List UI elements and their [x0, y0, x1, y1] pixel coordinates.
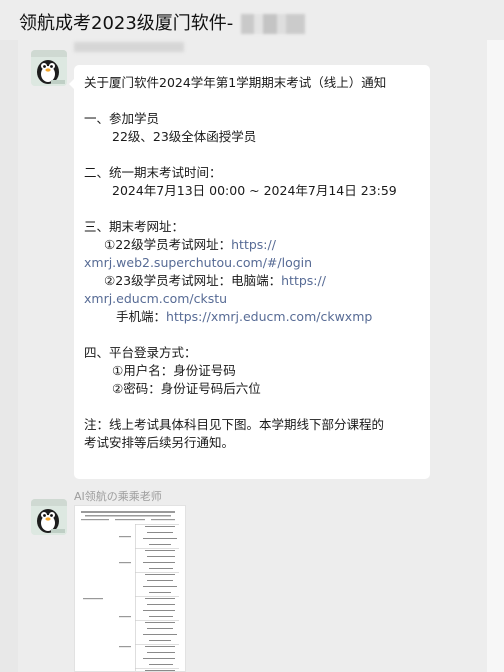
section-heading: 二、统一期末考试时间： — [84, 165, 222, 180]
exam-link-23-pc-part1[interactable]: https:// — [281, 273, 326, 288]
section-text: 22级、23级全体函授学员 — [112, 129, 257, 144]
exam-url-line-mobile: 手机端：https://xmrj.educm.com/ckwxmp — [84, 308, 424, 326]
redacted-sender-name — [74, 42, 184, 52]
section-heading: 四、平台登录方式： — [84, 345, 197, 360]
penguin-avatar-icon — [31, 50, 67, 86]
image-message-thumbnail[interactable] — [74, 505, 186, 672]
redacted-title-text — [241, 14, 305, 34]
penguin-avatar-icon — [31, 499, 67, 535]
label-text: 手机端： — [116, 309, 167, 324]
sender-name: AI领航の乘乘老师 — [74, 490, 162, 503]
message-text: 关于厦门软件2024学年第1学期期末考试（线上）通知 一、参加学员 22级、23… — [84, 74, 424, 452]
left-margin — [0, 40, 18, 672]
exam-link-23-pc-part2[interactable]: xmrj.educm.com/ckstu — [84, 291, 227, 306]
exam-url-line-23: ②23级学员考试网址：电脑端：https:// — [84, 272, 424, 290]
sender-avatar[interactable] — [31, 50, 67, 86]
label-text: ①22级学员考试网址： — [104, 237, 232, 252]
exam-url-line-23-cont: xmrj.educm.com/ckstu — [84, 290, 424, 308]
login-username-text: ①用户名：身份证号码 — [112, 363, 236, 378]
scrollbar-track[interactable] — [487, 40, 504, 672]
exam-schedule-image — [75, 506, 185, 671]
note-text: 注：线上考试具体科目见下图。本学期线下部分课程的 — [84, 417, 385, 432]
exam-link-23-mobile[interactable]: https://xmrj.educm.com/ckwxmp — [166, 309, 372, 324]
section-heading: 一、参加学员 — [84, 111, 160, 126]
login-password-text: ②密码：身份证号码后六位 — [112, 381, 261, 396]
exam-url-line-22: ①22级学员考试网址：https:// — [84, 236, 424, 254]
label-text: ②23级学员考试网址：电脑端： — [104, 273, 282, 288]
notice-title: 关于厦门软件2024学年第1学期期末考试（线上）通知 — [84, 75, 387, 90]
exam-link-22-part2[interactable]: xmrj.web2.superchutou.com/#/login — [84, 255, 312, 270]
sender-avatar[interactable] — [31, 499, 67, 535]
exam-link-22-part1[interactable]: https:// — [231, 237, 276, 252]
section-heading: 三、期末考网址： — [84, 219, 185, 234]
exam-time-text: 2024年7月13日 00:00 ~ 2024年7月14日 23:59 — [112, 183, 397, 198]
chat-title: 领航成考2023级厦门软件- — [19, 13, 234, 34]
note-text: 考试安排等后续另行通知。 — [84, 435, 235, 450]
exam-url-line-22-cont: xmrj.web2.superchutou.com/#/login — [84, 254, 424, 272]
